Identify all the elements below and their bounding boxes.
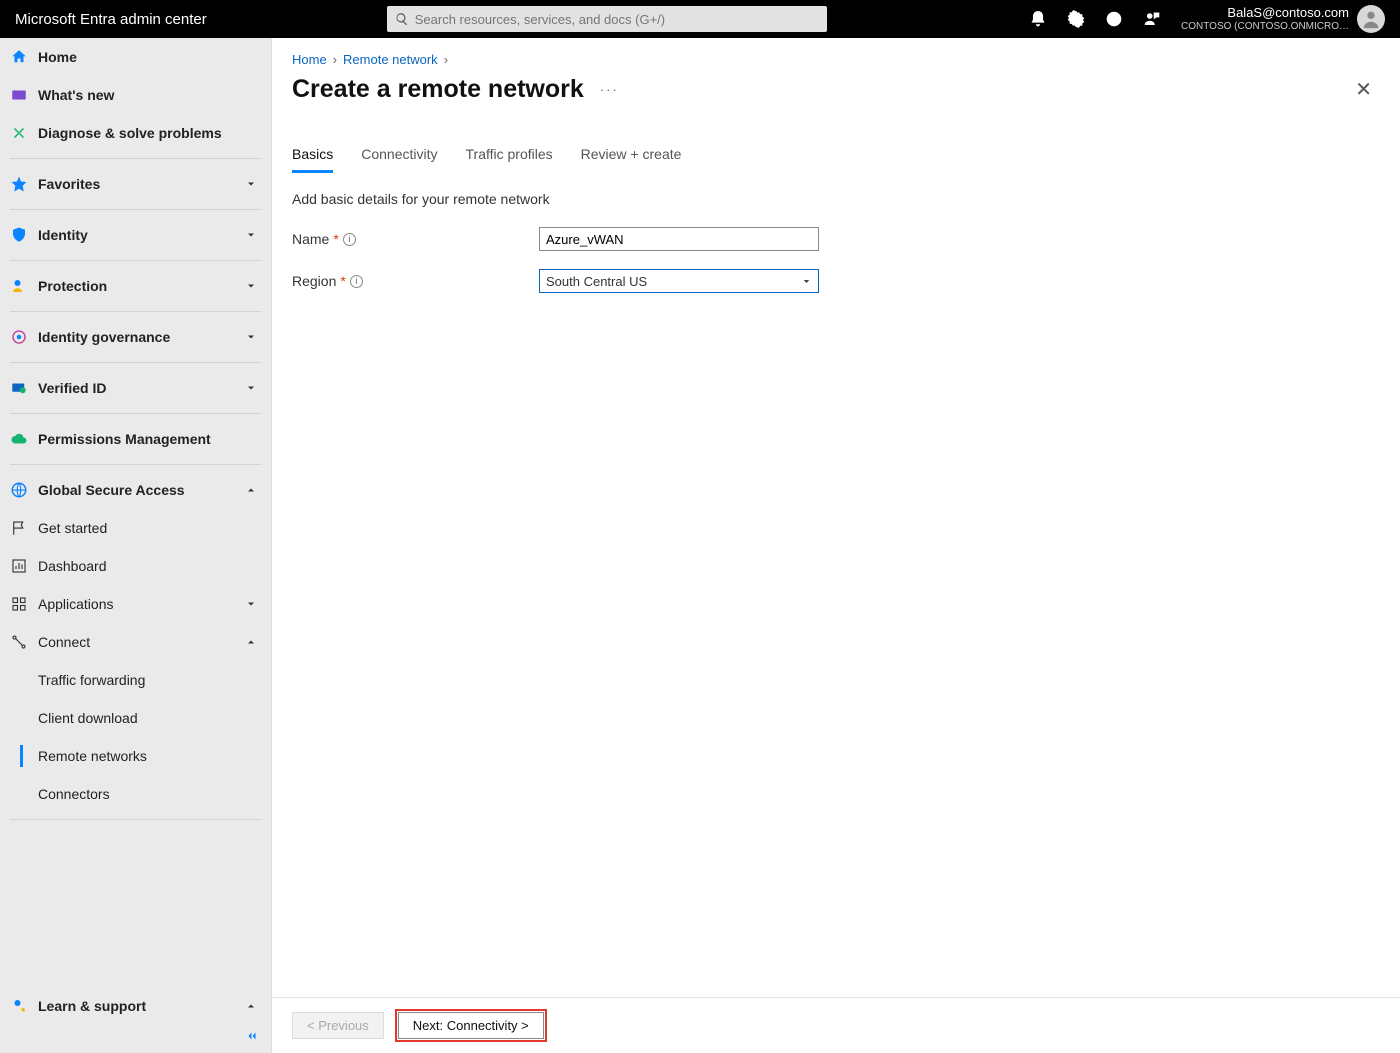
sidebar-sub-connectors[interactable]: Connectors	[0, 775, 271, 813]
sidebar-item-favorites[interactable]: Favorites	[0, 165, 271, 203]
chevron-down-icon	[245, 331, 257, 343]
sidebar-collapse-button[interactable]	[0, 1025, 271, 1047]
wizard-footer: < Previous Next: Connectivity >	[272, 997, 1400, 1053]
sidebar-sub-client-download[interactable]: Client download	[0, 699, 271, 737]
avatar-icon	[1360, 8, 1382, 30]
region-select[interactable]: South Central US	[539, 269, 819, 293]
governance-icon	[10, 328, 28, 346]
connect-icon	[10, 633, 28, 651]
breadcrumb-remote-network[interactable]: Remote network	[343, 52, 438, 67]
info-icon[interactable]: i	[350, 275, 363, 288]
chevron-down-icon	[245, 598, 257, 610]
label-name: Name * i	[292, 231, 539, 247]
sidebar-item-verified-id[interactable]: Verified ID	[0, 369, 271, 407]
sidebar-item-get-started[interactable]: Get started	[0, 509, 271, 547]
brand-title: Microsoft Entra admin center	[15, 11, 207, 28]
sidebar-item-connect[interactable]: Connect	[0, 623, 271, 661]
top-header: Microsoft Entra admin center BalaS@conto…	[0, 0, 1400, 38]
search-icon	[395, 12, 409, 26]
tabs: Basics Connectivity Traffic profiles Rev…	[272, 116, 1400, 173]
required-indicator: *	[333, 231, 338, 247]
page-title: Create a remote network	[292, 75, 584, 104]
breadcrumb-sep: ›	[333, 52, 337, 67]
diagnose-icon	[10, 124, 28, 142]
breadcrumb-home[interactable]: Home	[292, 52, 327, 67]
user-block[interactable]: BalaS@contoso.com CONTOSO (CONTOSO.ONMIC…	[1181, 6, 1357, 31]
support-icon	[10, 997, 28, 1015]
bell-icon	[1029, 10, 1047, 28]
chevron-down-icon	[245, 382, 257, 394]
tab-review-create[interactable]: Review + create	[581, 146, 682, 173]
previous-button: < Previous	[292, 1012, 384, 1039]
permissions-icon	[10, 430, 28, 448]
flag-icon	[10, 519, 28, 537]
chevron-down-icon	[801, 276, 812, 287]
info-icon[interactable]: i	[343, 233, 356, 246]
chevron-down-icon	[245, 229, 257, 241]
collapse-icon	[243, 1029, 261, 1043]
dashboard-icon	[10, 557, 28, 575]
form-description: Add basic details for your remote networ…	[292, 191, 1380, 207]
feedback-button[interactable]	[1133, 0, 1171, 38]
main-content: Home › Remote network › Create a remote …	[272, 38, 1400, 1053]
header-right: BalaS@contoso.com CONTOSO (CONTOSO.ONMIC…	[1019, 0, 1385, 38]
breadcrumb: Home › Remote network ›	[272, 38, 1400, 73]
chevron-up-icon	[245, 1000, 257, 1012]
sidebar-item-gsa[interactable]: Global Secure Access	[0, 471, 271, 509]
notifications-button[interactable]	[1019, 0, 1057, 38]
sidebar-item-diagnose[interactable]: Diagnose & solve problems	[0, 114, 271, 152]
region-value: South Central US	[546, 274, 647, 289]
user-avatar[interactable]	[1357, 5, 1385, 33]
home-icon	[10, 48, 28, 66]
row-region: Region * i South Central US	[292, 269, 1380, 293]
tab-connectivity[interactable]: Connectivity	[361, 146, 437, 173]
sidebar: Home What's new Diagnose & solve problem…	[0, 38, 272, 1053]
apps-icon	[10, 595, 28, 613]
protection-icon	[10, 277, 28, 295]
sidebar-sub-remote-networks[interactable]: Remote networks	[0, 737, 271, 775]
sidebar-item-learn-support[interactable]: Learn & support	[0, 987, 271, 1025]
close-button[interactable]: ✕	[1347, 73, 1380, 106]
next-button[interactable]: Next: Connectivity >	[398, 1012, 544, 1039]
chevron-down-icon	[245, 280, 257, 292]
sidebar-item-applications[interactable]: Applications	[0, 585, 271, 623]
identity-icon	[10, 226, 28, 244]
sidebar-item-protection[interactable]: Protection	[0, 267, 271, 305]
more-actions-button[interactable]: ···	[600, 82, 619, 97]
tab-traffic-profiles[interactable]: Traffic profiles	[466, 146, 553, 173]
sidebar-item-identity[interactable]: Identity	[0, 216, 271, 254]
globe-icon	[10, 481, 28, 499]
label-region: Region * i	[292, 273, 539, 289]
form-area: Add basic details for your remote networ…	[272, 173, 1400, 329]
sidebar-item-permissions[interactable]: Permissions Management	[0, 420, 271, 458]
settings-button[interactable]	[1057, 0, 1095, 38]
sidebar-item-home[interactable]: Home	[0, 38, 271, 76]
global-search-input[interactable]	[415, 12, 819, 27]
person-feedback-icon	[1143, 10, 1161, 28]
user-email: BalaS@contoso.com	[1181, 6, 1349, 20]
verified-id-icon	[10, 379, 28, 397]
tab-basics[interactable]: Basics	[292, 146, 333, 173]
sidebar-sub-traffic-forwarding[interactable]: Traffic forwarding	[0, 661, 271, 699]
whats-new-icon	[10, 86, 28, 104]
required-indicator: *	[340, 273, 345, 289]
help-icon	[1105, 10, 1123, 28]
chevron-up-icon	[245, 636, 257, 648]
breadcrumb-sep: ›	[444, 52, 448, 67]
row-name: Name * i	[292, 227, 1380, 251]
sidebar-item-whats-new[interactable]: What's new	[0, 76, 271, 114]
user-tenant: CONTOSO (CONTOSO.ONMICRO…	[1181, 21, 1349, 32]
sidebar-item-dashboard[interactable]: Dashboard	[0, 547, 271, 585]
help-button[interactable]	[1095, 0, 1133, 38]
chevron-up-icon	[245, 484, 257, 496]
global-search[interactable]	[387, 6, 827, 32]
global-search-wrap	[387, 6, 827, 32]
name-input[interactable]	[539, 227, 819, 251]
sidebar-item-governance[interactable]: Identity governance	[0, 318, 271, 356]
star-icon	[10, 175, 28, 193]
chevron-down-icon	[245, 178, 257, 190]
gear-icon	[1067, 10, 1085, 28]
